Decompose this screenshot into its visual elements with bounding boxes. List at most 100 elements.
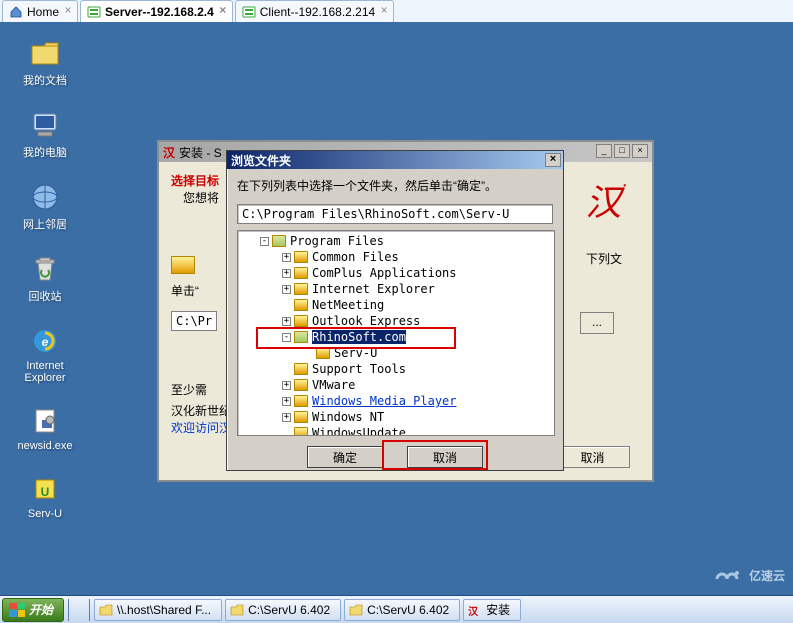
client-icon <box>242 5 256 19</box>
taskbar-item[interactable]: C:\ServU 6.402 <box>344 599 460 621</box>
start-button[interactable]: 开始 <box>2 598 64 622</box>
divider <box>89 599 90 621</box>
svg-text:e: e <box>42 335 49 349</box>
taskbar-label: C:\ServU 6.402 <box>367 603 449 617</box>
folder-icon <box>294 427 308 436</box>
desktop-icon-network[interactable]: 网上邻居 <box>10 180 80 232</box>
vm-tabs: Home × Server--192.168.2.4 × Client--192… <box>0 0 793 22</box>
side-text: 下列文 <box>586 250 622 267</box>
you-want-label: 您想将 <box>171 191 219 205</box>
tree-label-selected[interactable]: RhinoSoft.com <box>312 330 406 344</box>
maximize-button[interactable]: □ <box>614 144 630 158</box>
tab-client[interactable]: Client--192.168.2.214 × <box>235 0 394 22</box>
tab-home[interactable]: Home × <box>2 0 78 22</box>
tree-label[interactable]: Outlook Express <box>312 314 420 328</box>
desktop-icon-newsid[interactable]: newsid.exe <box>10 404 80 452</box>
home-icon <box>9 5 23 19</box>
network-icon <box>28 180 62 214</box>
browse-folder-dialog: 浏览文件夹 × 在下列列表中选择一个文件夹，然后单击“确定”。 - Progra… <box>226 150 564 471</box>
cancel-button[interactable]: 取消 <box>407 446 483 468</box>
folder-icon <box>294 283 308 295</box>
tree-label[interactable]: Windows Media Player <box>312 394 457 408</box>
minimize-button[interactable]: _ <box>596 144 612 158</box>
folder-icon <box>294 411 308 423</box>
tree-label[interactable]: VMware <box>312 378 355 392</box>
desktop-icon-ie[interactable]: e Internet Explorer <box>10 324 80 384</box>
computer-icon <box>28 108 62 142</box>
taskbar-item[interactable]: 汉 安装 <box>463 599 521 621</box>
close-button[interactable]: × <box>545 153 561 167</box>
browse-titlebar[interactable]: 浏览文件夹 × <box>227 151 563 169</box>
path-field[interactable]: C:\Pr <box>171 311 217 331</box>
close-icon[interactable]: × <box>379 5 389 15</box>
installer-icon: 汉 <box>163 144 175 161</box>
divider <box>68 599 69 621</box>
folder-icon <box>230 603 244 617</box>
watermark: 亿速云 <box>711 564 785 585</box>
folder-tree[interactable]: - Program Files + Common Files + ComPlus… <box>237 230 555 436</box>
ok-button[interactable]: 确定 <box>307 446 383 468</box>
close-button[interactable]: × <box>632 144 648 158</box>
installer-icon: 汉 <box>468 603 482 617</box>
desktop-icon-servu[interactable]: U Serv-U <box>10 472 80 520</box>
taskbar-label: \\.host\Shared F... <box>117 603 211 617</box>
folder-icon <box>294 251 308 263</box>
tree-expand-icon[interactable]: + <box>282 413 291 422</box>
folder-open-icon <box>272 235 286 247</box>
tree-collapse-icon[interactable]: - <box>282 333 291 342</box>
folder-icon <box>294 315 308 327</box>
svg-text:U: U <box>41 485 50 499</box>
tree-expand-icon[interactable]: + <box>282 285 291 294</box>
tree-label[interactable]: Support Tools <box>312 362 406 376</box>
cancel-button[interactable]: 取消 <box>555 446 630 468</box>
title-text: 浏览文件夹 <box>231 152 291 169</box>
windows-flag-icon <box>9 603 25 617</box>
tree-label[interactable]: Serv-U <box>334 346 377 360</box>
folder-icon <box>294 363 308 375</box>
tab-label: Server--192.168.2.4 <box>105 5 214 19</box>
tree-expand-icon[interactable]: + <box>282 381 291 390</box>
taskbar-item[interactable]: \\.host\Shared F... <box>94 599 222 621</box>
server-icon <box>87 5 101 19</box>
tree-label[interactable]: Internet Explorer <box>312 282 435 296</box>
tree-expand-icon[interactable]: + <box>282 269 291 278</box>
exe-icon <box>28 404 62 438</box>
folder-open-icon <box>294 331 308 343</box>
tree-label[interactable]: Common Files <box>312 250 399 264</box>
folder-icon <box>294 299 308 311</box>
tree-label[interactable]: Windows NT <box>312 410 384 424</box>
close-icon[interactable]: × <box>63 5 73 15</box>
desktop-icon-recycle[interactable]: 回收站 <box>10 252 80 304</box>
tree-label[interactable]: WindowsUpdate <box>312 426 406 436</box>
folder-icon <box>349 603 363 617</box>
taskbar-label: C:\ServU 6.402 <box>248 603 330 617</box>
tab-label: Client--192.168.2.214 <box>260 5 375 19</box>
tree-label[interactable]: Program Files <box>290 234 384 248</box>
start-label: 开始 <box>29 601 53 618</box>
tree-expand-icon[interactable]: + <box>282 317 291 326</box>
browse-hint: 在下列列表中选择一个文件夹，然后单击“确定”。 <box>237 177 553 194</box>
servu-icon: U <box>28 472 62 506</box>
desktop-icons: 我的文档 我的电脑 网上邻居 回收站 e Internet Explorer n… <box>10 36 90 540</box>
tree-label[interactable]: ComPlus Applications <box>312 266 457 280</box>
close-icon[interactable]: × <box>218 5 228 15</box>
tree-expand-icon[interactable]: + <box>282 253 291 262</box>
path-input[interactable] <box>237 204 553 224</box>
desktop-icon-my-computer[interactable]: 我的电脑 <box>10 108 80 160</box>
tab-server[interactable]: Server--192.168.2.4 × <box>80 0 233 22</box>
tree-collapse-icon[interactable]: - <box>260 237 269 246</box>
taskbar-label: 安装 <box>486 601 510 618</box>
folder-icon <box>99 603 113 617</box>
tab-label: Home <box>27 5 59 19</box>
taskbar: 开始 \\.host\Shared F... C:\ServU 6.402 C:… <box>0 595 793 623</box>
desktop-icon-my-documents[interactable]: 我的文档 <box>10 36 80 88</box>
ie-icon: e <box>28 324 62 358</box>
folder-icon <box>171 256 195 274</box>
tree-label[interactable]: NetMeeting <box>312 298 384 312</box>
folder-icon <box>294 395 308 407</box>
folder-icon <box>316 347 330 359</box>
taskbar-item[interactable]: C:\ServU 6.402 <box>225 599 341 621</box>
tree-expand-icon[interactable]: + <box>282 397 291 406</box>
folder-documents-icon <box>28 36 62 70</box>
browse-button[interactable]: ... <box>580 312 614 334</box>
